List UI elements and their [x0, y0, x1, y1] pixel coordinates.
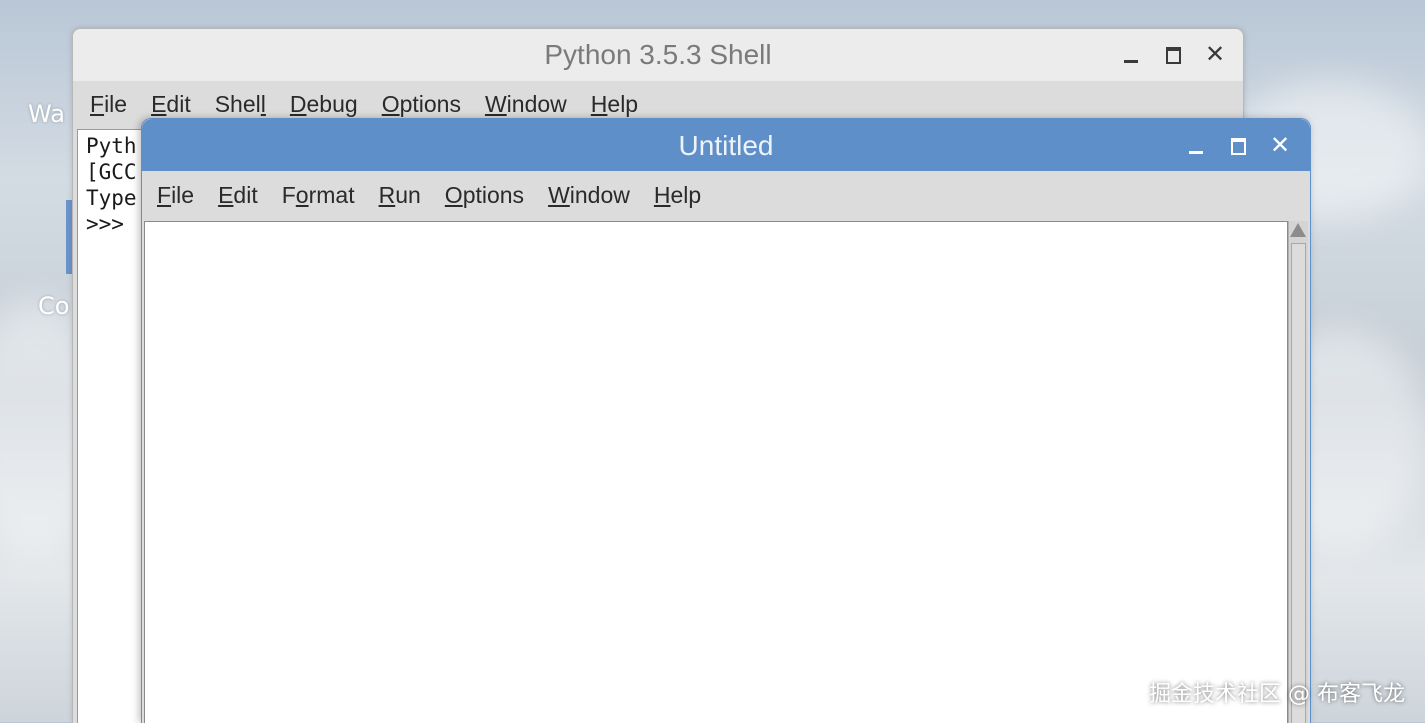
shell-line: [GCC: [86, 160, 137, 184]
shell-menu-options[interactable]: Options: [381, 91, 472, 118]
vertical-scrollbar[interactable]: [1288, 221, 1308, 723]
shell-menu-file[interactable]: File: [89, 91, 138, 118]
editor-menubar: File Edit Format Run Options Window Help: [142, 171, 1310, 219]
shell-prompt: >>>: [86, 212, 124, 236]
editor-menu-options[interactable]: Options: [444, 182, 535, 209]
editor-menu-window[interactable]: Window: [547, 182, 641, 209]
shell-menu-edit[interactable]: Edit: [150, 91, 202, 118]
shell-titlebar[interactable]: Python 3.5.3 Shell ✕: [73, 29, 1243, 81]
editor-menu-edit[interactable]: Edit: [217, 182, 269, 209]
editor-menu-file[interactable]: File: [156, 182, 205, 209]
editor-menu-run[interactable]: Run: [378, 182, 432, 209]
maximize-icon[interactable]: [1163, 43, 1183, 65]
editor-titlebar[interactable]: Untitled ✕: [142, 119, 1310, 171]
editor-text-area[interactable]: [144, 221, 1288, 723]
desktop-icon-label[interactable]: Co: [38, 292, 69, 320]
shell-menu-window[interactable]: Window: [484, 91, 578, 118]
window-title: Python 3.5.3 Shell: [544, 39, 772, 70]
minimize-icon[interactable]: [1121, 43, 1141, 65]
shell-menu-shell[interactable]: Shell: [214, 91, 277, 118]
shell-menu-help[interactable]: Help: [590, 91, 649, 118]
close-icon[interactable]: ✕: [1270, 133, 1290, 157]
maximize-icon[interactable]: [1228, 134, 1248, 156]
window-controls: ✕: [1121, 42, 1225, 66]
desktop-icon-label[interactable]: Wa: [28, 100, 65, 128]
shell-line: Type: [86, 186, 137, 210]
editor-menu-format[interactable]: Format: [281, 182, 366, 209]
shell-menu-debug[interactable]: Debug: [289, 91, 369, 118]
editor-window: Untitled ✕ File Edit Format Run Options Windo…: [141, 118, 1311, 723]
shell-line: Pyth: [86, 134, 137, 158]
window-title: Untitled: [678, 130, 774, 161]
window-controls: ✕: [1186, 133, 1290, 157]
close-icon[interactable]: ✕: [1205, 42, 1225, 66]
watermark: 掘金技术社区 @ 布客飞龙: [1149, 682, 1405, 707]
editor-menu-help[interactable]: Help: [653, 182, 712, 209]
scroll-up-icon[interactable]: [1290, 223, 1306, 237]
scrollbar-thumb[interactable]: [1291, 243, 1306, 723]
minimize-icon[interactable]: [1186, 134, 1206, 156]
